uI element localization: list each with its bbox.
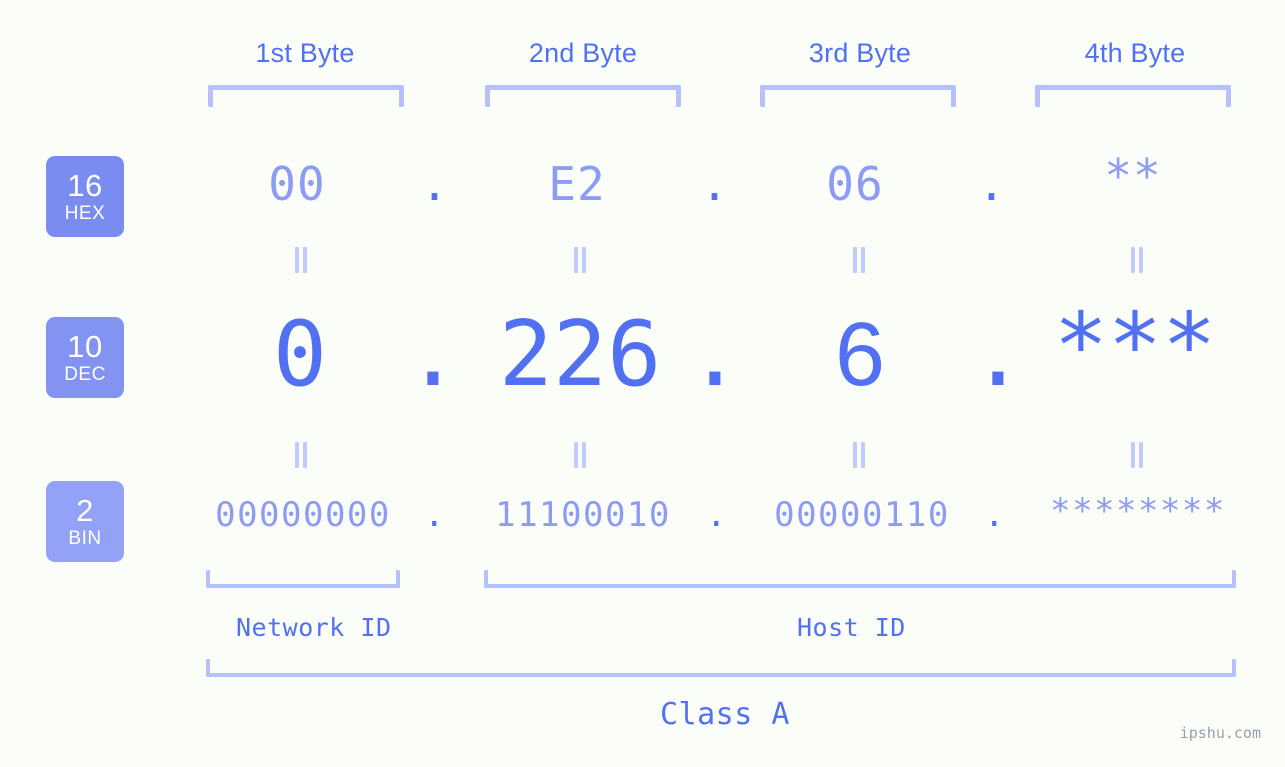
equals-connector-dec-bin-4 <box>1129 442 1145 468</box>
dec-separator-3: . <box>970 302 1026 407</box>
site-watermark: ipshu.com <box>1179 724 1261 742</box>
base-badge-hex-number: 16 <box>67 168 103 203</box>
bin-value-byte-3: 00000110 <box>774 495 950 535</box>
bin-value-byte-2: 11100010 <box>495 495 671 535</box>
base-badge-bin-name: BIN <box>68 528 102 549</box>
dec-value-byte-3: 6 <box>834 305 886 405</box>
host-id-label: Host ID <box>797 613 906 642</box>
class-label: Class A <box>660 697 790 732</box>
equals-connector-hex-dec-4 <box>1129 247 1145 273</box>
byte-header-2: 2nd Byte <box>528 38 638 68</box>
hex-value-byte-2: E2 <box>548 157 606 211</box>
equals-connector-hex-dec-2 <box>572 247 588 273</box>
host-id-bracket <box>484 570 1236 588</box>
dec-value-byte-2: 226 <box>498 302 662 407</box>
hex-value-byte-1: 00 <box>268 157 326 211</box>
bin-separator-2: . <box>706 495 728 535</box>
bin-value-byte-1: 00000000 <box>215 495 391 535</box>
base-badge-bin: 2 BIN <box>46 481 124 562</box>
byte-bracket-top-2 <box>485 85 681 107</box>
equals-connector-dec-bin-3 <box>851 442 867 468</box>
class-bracket <box>206 659 1236 677</box>
byte-header-3: 3rd Byte <box>808 38 912 68</box>
bin-separator-1: . <box>424 495 446 535</box>
byte-header-4: 4th Byte <box>1084 38 1186 68</box>
byte-bracket-top-4 <box>1035 85 1231 107</box>
network-id-bracket <box>206 570 400 588</box>
bin-value-byte-4: ******** <box>1050 491 1226 531</box>
equals-connector-dec-bin-1 <box>293 442 309 468</box>
hex-separator-2: . <box>700 157 730 211</box>
dec-value-byte-4: *** <box>1053 294 1217 399</box>
base-badge-hex-name: HEX <box>64 203 106 224</box>
dec-value-byte-1: 0 <box>272 302 328 407</box>
equals-connector-hex-dec-1 <box>293 247 309 273</box>
byte-header-1: 1st Byte <box>255 38 355 68</box>
base-badge-bin-number: 2 <box>76 493 94 528</box>
ip-address-breakdown-diagram: 1st Byte 2nd Byte 3rd Byte 4th Byte 16 H… <box>0 0 1285 767</box>
equals-connector-dec-bin-2 <box>572 442 588 468</box>
byte-bracket-top-3 <box>760 85 956 107</box>
network-id-label: Network ID <box>236 613 392 642</box>
base-badge-dec: 10 DEC <box>46 317 124 398</box>
base-badge-dec-name: DEC <box>64 364 106 385</box>
byte-bracket-top-1 <box>208 85 404 107</box>
base-badge-dec-number: 10 <box>67 329 103 364</box>
base-badge-hex: 16 HEX <box>46 156 124 237</box>
equals-connector-hex-dec-3 <box>851 247 867 273</box>
hex-separator-3: . <box>977 157 1007 211</box>
bin-separator-3: . <box>984 495 1006 535</box>
dec-separator-1: . <box>405 302 461 407</box>
hex-value-byte-4: ** <box>1104 149 1162 203</box>
dec-separator-2: . <box>687 302 743 407</box>
hex-separator-1: . <box>420 157 450 211</box>
hex-value-byte-3: 06 <box>826 157 884 211</box>
